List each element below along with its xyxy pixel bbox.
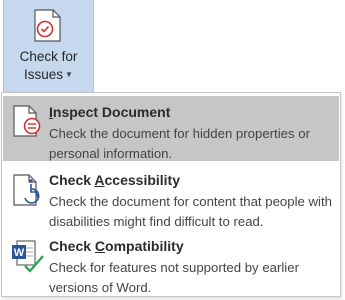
- svg-text:W: W: [14, 247, 25, 259]
- dropdown-caret-icon: ▼: [65, 70, 73, 79]
- check-compatibility-access-key: C: [94, 238, 106, 254]
- check-compatibility-description: Check for features not supported by earl…: [49, 260, 299, 295]
- check-for-issues-label-line1: Check for: [19, 49, 78, 64]
- menu-item-check-compatibility[interactable]: W Check Compatibility Check for features…: [3, 232, 339, 296]
- check-for-issues-button[interactable]: Check for Issues ▼: [3, 0, 94, 96]
- check-accessibility-access-key: A: [94, 172, 105, 188]
- accessibility-check-icon: [13, 174, 40, 206]
- document-check-icon: [34, 9, 61, 42]
- inspect-document-description: Check the document for hidden properties…: [49, 126, 310, 161]
- stage: Check for Issues ▼ Inspect Document Check…: [0, 0, 345, 300]
- check-accessibility-description: Check the document for content that peop…: [49, 194, 332, 229]
- inspect-document-icon: [13, 105, 41, 137]
- check-accessibility-title-pre: Check: [49, 172, 95, 188]
- check-for-issues-label-line2: Issues ▼: [4, 66, 93, 83]
- menu-item-check-accessibility[interactable]: Check Accessibility Check the document f…: [3, 165, 339, 231]
- inspect-document-title-post: nspect Document: [52, 104, 171, 120]
- check-compatibility-title: Check Compatibility: [49, 238, 184, 254]
- check-compatibility-title-post: ompatibility: [105, 238, 184, 254]
- menu-item-inspect-document[interactable]: Inspect Document Check the document for …: [3, 96, 339, 161]
- inspect-document-title: Inspect Document: [49, 104, 170, 120]
- check-for-issues-menu: Inspect Document Check the document for …: [1, 92, 341, 297]
- word-compatibility-icon: W: [12, 240, 44, 273]
- check-compatibility-title-pre: Check: [49, 238, 95, 254]
- check-accessibility-title-post: ccessibility: [104, 172, 181, 188]
- check-accessibility-title: Check Accessibility: [49, 172, 180, 188]
- check-for-issues-label-line2-text: Issues: [24, 67, 64, 82]
